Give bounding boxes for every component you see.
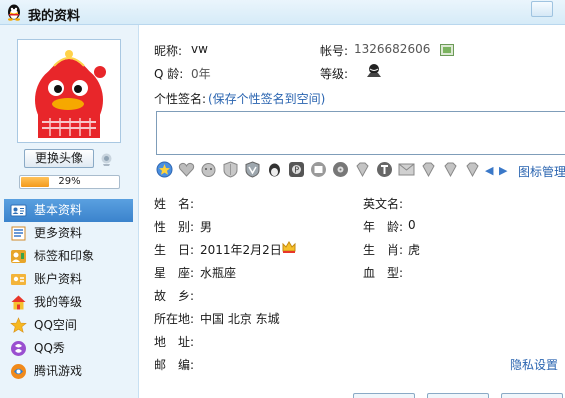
paipai-badge-icon[interactable] (310, 161, 327, 178)
gender-value: 男 (200, 220, 213, 234)
account-value: 1326682606 (354, 42, 431, 56)
sidebar-item-games[interactable]: 腾讯游戏 (4, 360, 133, 383)
pet-badge-icon[interactable] (200, 161, 217, 178)
privacy-settings-link[interactable]: 隐私设置 (510, 356, 558, 373)
vip-badge-icon[interactable] (244, 161, 261, 178)
qage-label: Q 龄: (154, 67, 184, 81)
qqshow-icon (11, 341, 26, 356)
level-label: 等级: (320, 67, 349, 81)
sidebar-item-label: QQ空间 (34, 318, 77, 332)
nickname-value: vw (191, 42, 208, 56)
save-signature-link[interactable]: (保存个性签名到空间) (208, 90, 325, 107)
document-list-icon (11, 226, 26, 241)
name-label: 姓 名: (154, 197, 195, 211)
qage-value: 0年 (191, 67, 211, 81)
location-label: 所在地: (154, 312, 195, 326)
t-badge-icon[interactable] (376, 161, 393, 178)
nickname-label: 昵称: (154, 44, 183, 58)
signature-input[interactable] (156, 111, 565, 155)
dialog-button-3[interactable] (501, 393, 563, 398)
level-moon-icon[interactable] (366, 62, 382, 78)
gender-label: 性 别: (154, 220, 195, 234)
zodiac-value: 虎 (408, 243, 421, 257)
avatar-image (20, 42, 118, 140)
person-card-icon (10, 204, 27, 217)
age-label: 年 龄: (363, 220, 404, 234)
sidebar-item-tags[interactable]: 标签和印象 (4, 245, 133, 268)
sidebar-item-label: 账户资料 (34, 272, 83, 286)
sidebar: 更换头像 29% 基本资料 更多资料 标签和印象 账户资料 我的等级 QQ空间 … (0, 25, 139, 398)
profile-panel: 昵称: vw 帐号: 1326682606 Q 龄: 0年 等级: 个性签名: … (140, 25, 565, 398)
sidebar-item-label: 腾讯游戏 (34, 364, 83, 378)
constellation-value: 水瓶座 (200, 266, 237, 280)
sidebar-item-more-info[interactable]: 更多资料 (4, 222, 133, 245)
birthday-label: 生 日: (154, 243, 195, 257)
music-badge-icon[interactable] (332, 161, 349, 178)
profile-completion-text: 29% (58, 176, 81, 187)
tencent-game-icon (11, 364, 26, 379)
scroll-right-arrow-icon[interactable]: ▶ (499, 164, 507, 177)
account-icon (11, 274, 26, 285)
account-label: 帐号: (320, 44, 349, 58)
window-title: 我的资料 (28, 9, 81, 24)
english-name-label: 英文名: (363, 197, 404, 211)
hometown-label: 故 乡: (154, 289, 195, 303)
svg-text:P: P (294, 166, 299, 175)
badge-manage-link[interactable]: 图标管理 (518, 163, 565, 180)
change-avatar-button[interactable]: 更换头像 (24, 149, 94, 168)
dialog-button-2[interactable] (427, 393, 489, 398)
sidebar-item-label: 标签和印象 (34, 249, 95, 263)
sidebar-item-qzone[interactable]: QQ空间 (4, 314, 133, 337)
sidebar-item-account[interactable]: 账户资料 (4, 268, 133, 291)
camera-icon[interactable] (99, 152, 114, 167)
window-control-button[interactable] (531, 1, 553, 17)
diamond-red-badge-icon[interactable] (442, 161, 459, 178)
sidebar-item-level[interactable]: 我的等级 (4, 291, 133, 314)
dialog-button-bar (353, 393, 565, 398)
diamond-blue-badge-icon[interactable] (464, 161, 481, 178)
diamond-gray-badge-icon[interactable] (354, 161, 371, 178)
mail-badge-icon[interactable] (398, 161, 415, 178)
address-label: 地 址: (154, 335, 195, 349)
copy-account-icon[interactable] (440, 44, 454, 56)
sidebar-item-label: 更多资料 (34, 226, 83, 240)
p-badge-icon[interactable]: P (288, 161, 305, 178)
profile-completion-bar: 29% (19, 175, 120, 189)
birthday-crown-icon (282, 241, 296, 253)
title-bar: 我的资料 (0, 0, 565, 25)
zodiac-label: 生 肖: (363, 243, 404, 257)
dialog-button-1[interactable] (353, 393, 415, 398)
shield-badge-icon[interactable] (222, 161, 239, 178)
diamond-yellow-badge-icon[interactable] (420, 161, 437, 178)
avatar[interactable] (17, 39, 121, 143)
age-value: 0 (408, 218, 416, 232)
level-house-icon (11, 295, 26, 310)
heart-badge-icon[interactable] (178, 161, 195, 178)
sidebar-item-label: QQ秀 (34, 341, 65, 355)
blood-type-label: 血 型: (363, 266, 404, 280)
qq-penguin-icon (8, 4, 20, 21)
sidebar-item-basic-info[interactable]: 基本资料 (4, 199, 133, 222)
sidebar-item-label: 基本资料 (34, 203, 83, 217)
signature-label: 个性签名: (154, 92, 207, 106)
location-value: 中国 北京 东城 (200, 312, 280, 326)
postcode-label: 邮 编: (154, 358, 195, 372)
birthday-value: 2011年2月2日 (200, 243, 282, 257)
tag-icon (11, 250, 26, 263)
scroll-left-arrow-icon[interactable]: ◀ (485, 164, 493, 177)
sidebar-item-qqshow[interactable]: QQ秀 (4, 337, 133, 360)
qzone-star-icon (10, 317, 27, 333)
constellation-label: 星 座: (154, 266, 195, 280)
penguin-badge-icon[interactable] (266, 161, 283, 178)
qzone-badge-icon[interactable] (156, 161, 173, 178)
sidebar-item-label: 我的等级 (34, 295, 83, 309)
sidebar-menu: 基本资料 更多资料 标签和印象 账户资料 我的等级 QQ空间 QQ秀 腾讯游戏 (4, 199, 133, 383)
